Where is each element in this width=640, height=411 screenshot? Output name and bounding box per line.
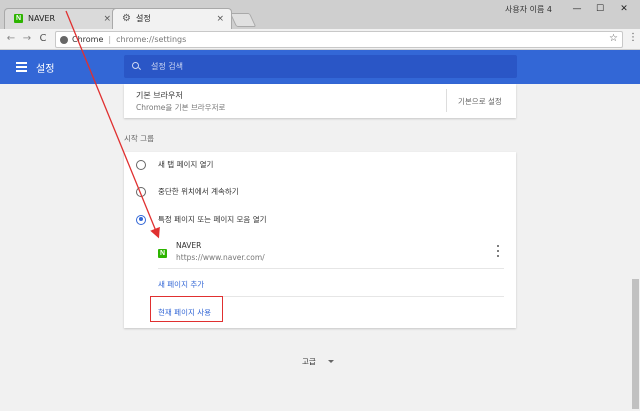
radio-label: 중단한 위치에서 계속하기 <box>158 187 239 196</box>
scrollbar[interactable] <box>631 84 640 411</box>
search-input[interactable] <box>151 62 491 71</box>
browser-toolbar: ← → C Chrome | chrome://settings ☆ ⋮ <box>0 29 640 50</box>
advanced-label: 고급 <box>302 357 316 366</box>
radio-new-tab[interactable]: 새 탭 페이지 열기 <box>136 159 213 170</box>
default-browser-subtitle: Chrome을 기본 브라우저로 <box>136 103 226 112</box>
minimize-button[interactable]: — <box>567 2 587 16</box>
new-tab-button[interactable] <box>229 13 257 27</box>
profile-name[interactable]: 사용자 이름 4 <box>505 4 552 15</box>
tab-naver[interactable]: N NAVER × <box>4 8 119 29</box>
make-default-button[interactable]: 기본으로 설정 <box>458 96 502 107</box>
radio-specific-pages[interactable]: 특정 페이지 또는 페이지 모음 열기 <box>136 214 267 225</box>
chrome-icon <box>60 35 68 44</box>
startup-page-entry: N NAVER https://www.naver.com/ <box>158 239 504 269</box>
page-name: NAVER <box>176 241 202 250</box>
url-text[interactable]: chrome://settings <box>116 35 186 44</box>
radio-button[interactable] <box>136 186 146 197</box>
url-separator: | <box>108 35 112 44</box>
add-page-link[interactable]: 새 페이지 추가 <box>158 279 204 290</box>
scrollbar-thumb[interactable] <box>632 279 639 409</box>
chrome-menu-icon[interactable]: ⋮ <box>628 33 638 43</box>
forward-button[interactable]: → <box>20 32 34 46</box>
reload-button[interactable]: C <box>36 32 50 46</box>
more-vert-icon[interactable] <box>496 245 500 257</box>
tab-title: 설정 <box>136 14 151 23</box>
close-window-button[interactable]: ✕ <box>614 2 634 16</box>
tab-close-icon[interactable]: × <box>103 14 111 24</box>
naver-icon: N <box>14 14 23 23</box>
bookmark-star-icon[interactable]: ☆ <box>609 33 618 44</box>
divider <box>446 89 447 112</box>
hamburger-menu-icon[interactable] <box>16 62 27 72</box>
radio-label: 특정 페이지 또는 페이지 모음 열기 <box>158 215 267 224</box>
maximize-button[interactable]: ☐ <box>590 2 610 16</box>
radio-button-checked[interactable] <box>136 214 146 225</box>
default-browser-title: 기본 브라우저 <box>136 91 183 100</box>
chevron-down-icon <box>327 360 334 363</box>
page-url: https://www.naver.com/ <box>176 253 265 262</box>
address-bar[interactable]: Chrome | chrome://settings ☆ <box>55 31 623 48</box>
annotation-highlight-box <box>150 296 223 322</box>
naver-icon: N <box>158 249 167 258</box>
radio-label: 새 탭 페이지 열기 <box>158 160 214 169</box>
advanced-toggle[interactable]: 고급 <box>302 356 334 367</box>
divider <box>158 268 504 269</box>
tab-title: NAVER <box>28 14 56 23</box>
tab-strip: N NAVER × ⚙ 설정 × 사용자 이름 4 — ☐ ✕ <box>0 0 640 29</box>
tab-close-icon[interactable]: × <box>216 14 224 24</box>
gear-icon: ⚙ <box>122 13 131 24</box>
startup-section-title: 시작 그룹 <box>124 134 154 143</box>
tab-settings[interactable]: ⚙ 설정 × <box>112 8 232 29</box>
search-icon <box>132 62 141 71</box>
radio-button[interactable] <box>136 159 146 170</box>
origin-label: Chrome <box>72 35 104 44</box>
settings-header: 설정 <box>0 50 640 84</box>
radio-continue[interactable]: 중단한 위치에서 계속하기 <box>136 186 239 197</box>
back-button[interactable]: ← <box>4 32 18 46</box>
search-bar[interactable] <box>124 55 517 78</box>
page-title: 설정 <box>36 64 55 75</box>
default-browser-card: 기본 브라우저 Chrome을 기본 브라우저로 기본으로 설정 <box>124 84 516 118</box>
